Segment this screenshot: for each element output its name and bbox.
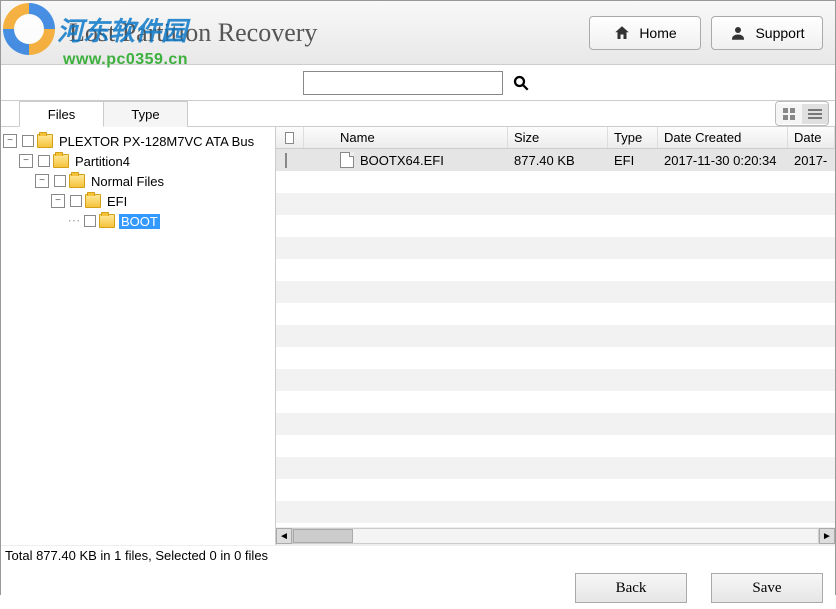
empty-row	[276, 413, 835, 435]
empty-row	[276, 501, 835, 523]
empty-row	[276, 237, 835, 259]
file-date-created: 2017-11-30 0:20:34	[658, 153, 788, 168]
column-headers: Name Size Type Date Created Date	[276, 127, 835, 149]
horizontal-scrollbar[interactable]: ◄ ►	[276, 527, 835, 545]
file-list-panel: Name Size Type Date Created Date BOOTX64…	[276, 127, 835, 545]
view-grid-button[interactable]	[776, 104, 802, 124]
main-content: − PLEXTOR PX-128M7VC ATA Bus − Partition…	[1, 127, 835, 545]
view-toggle	[775, 101, 829, 126]
scroll-thumb[interactable]	[293, 529, 353, 543]
tree-node-efi: − EFI	[3, 191, 273, 211]
tree-node-boot: ⋯ BOOT	[3, 211, 273, 231]
scroll-left-arrow[interactable]: ◄	[276, 528, 292, 544]
tree-checkbox[interactable]	[38, 155, 50, 167]
expand-toggle[interactable]: −	[35, 174, 49, 188]
expand-toggle[interactable]: −	[19, 154, 33, 168]
empty-row	[276, 347, 835, 369]
header-name[interactable]: Name	[304, 127, 508, 148]
tree-label-selected[interactable]: BOOT	[119, 214, 160, 229]
header-date-created[interactable]: Date Created	[658, 127, 788, 148]
empty-row	[276, 391, 835, 413]
file-size: 877.40 KB	[508, 153, 608, 168]
status-bar: Total 877.40 KB in 1 files, Selected 0 i…	[1, 545, 835, 567]
save-button[interactable]: Save	[711, 573, 823, 603]
scroll-right-arrow[interactable]: ►	[819, 528, 835, 544]
page-title: Lost Partition Recovery	[69, 18, 317, 48]
select-all-checkbox[interactable]	[285, 132, 294, 144]
empty-row	[276, 435, 835, 457]
empty-row	[276, 369, 835, 391]
expand-toggle[interactable]: −	[51, 194, 65, 208]
search-button[interactable]	[509, 71, 533, 95]
footer-buttons: Back Save	[1, 567, 835, 609]
header-check[interactable]	[276, 127, 304, 148]
tree-label[interactable]: EFI	[105, 194, 129, 209]
home-label: Home	[639, 25, 676, 41]
tree-node-normalfiles: − Normal Files	[3, 171, 273, 191]
empty-row	[276, 171, 835, 193]
search-bar	[1, 65, 835, 101]
empty-row	[276, 193, 835, 215]
tree-connector: ⋯	[67, 213, 81, 229]
empty-row	[276, 215, 835, 237]
folder-icon	[69, 174, 85, 188]
file-name: BOOTX64.EFI	[360, 153, 444, 168]
header-date2[interactable]: Date	[788, 127, 835, 148]
back-button[interactable]: Back	[575, 573, 687, 603]
home-icon	[613, 24, 631, 42]
row-checkbox[interactable]	[285, 153, 287, 168]
file-date2: 2017-	[788, 153, 835, 168]
folder-tree: − PLEXTOR PX-128M7VC ATA Bus − Partition…	[1, 127, 276, 545]
tab-type[interactable]: Type	[103, 101, 188, 127]
tree-checkbox[interactable]	[70, 195, 82, 207]
scroll-track[interactable]	[292, 528, 819, 544]
tree-checkbox[interactable]	[22, 135, 34, 147]
file-type: EFI	[608, 153, 658, 168]
person-icon	[729, 24, 747, 42]
file-icon	[340, 152, 354, 168]
support-button[interactable]: Support	[711, 16, 823, 50]
folder-icon	[85, 194, 101, 208]
search-icon	[512, 74, 530, 92]
empty-row	[276, 479, 835, 501]
folder-icon	[53, 154, 69, 168]
tree-label[interactable]: PLEXTOR PX-128M7VC ATA Bus	[57, 134, 256, 149]
tree-node-root: − PLEXTOR PX-128M7VC ATA Bus	[3, 131, 273, 151]
empty-row	[276, 303, 835, 325]
empty-row	[276, 325, 835, 347]
header-size[interactable]: Size	[508, 127, 608, 148]
grid-icon	[783, 108, 795, 120]
header-type[interactable]: Type	[608, 127, 658, 148]
list-icon	[808, 108, 822, 120]
support-label: Support	[755, 25, 804, 41]
tab-bar: Files Type	[1, 101, 835, 127]
empty-row	[276, 457, 835, 479]
tree-node-partition: − Partition4	[3, 151, 273, 171]
tree-checkbox[interactable]	[84, 215, 96, 227]
file-row[interactable]: BOOTX64.EFI 877.40 KB EFI 2017-11-30 0:2…	[276, 149, 835, 171]
empty-row	[276, 281, 835, 303]
folder-icon	[99, 214, 115, 228]
home-button[interactable]: Home	[589, 16, 701, 50]
empty-row	[276, 259, 835, 281]
tree-checkbox[interactable]	[54, 175, 66, 187]
view-list-button[interactable]	[802, 104, 828, 124]
app-header: Lost Partition Recovery Home Support	[1, 1, 835, 65]
tree-label[interactable]: Partition4	[73, 154, 132, 169]
tab-files[interactable]: Files	[19, 101, 104, 127]
expand-toggle[interactable]: −	[3, 134, 17, 148]
folder-icon	[37, 134, 53, 148]
file-rows: BOOTX64.EFI 877.40 KB EFI 2017-11-30 0:2…	[276, 149, 835, 527]
search-input[interactable]	[303, 71, 503, 95]
tree-label[interactable]: Normal Files	[89, 174, 166, 189]
